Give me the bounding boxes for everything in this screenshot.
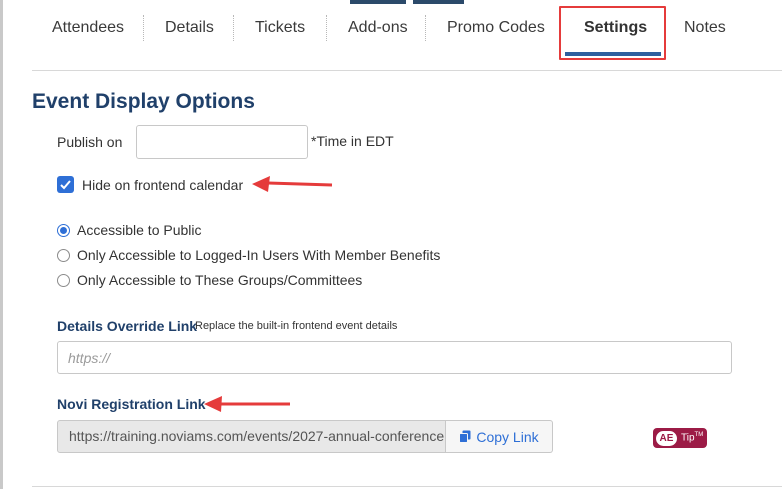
time-zone-note: *Time in EDT (311, 133, 394, 149)
details-override-hint: Replace the built-in frontend event deta… (195, 320, 398, 332)
tab-details[interactable]: Details (165, 19, 214, 37)
annotation-arrow-icon (252, 176, 333, 192)
tab-add-ons[interactable]: Add-ons (348, 19, 408, 37)
tab-separator (233, 15, 234, 41)
registration-link-label: Novi Registration Link (57, 396, 206, 412)
access-groups-radio[interactable] (57, 274, 70, 287)
copy-icon (459, 430, 471, 443)
ae-tip-badge[interactable]: AE TipTM (653, 428, 707, 448)
tab-attendees[interactable]: Attendees (52, 19, 124, 37)
copy-link-button[interactable]: Copy Link (446, 420, 553, 453)
tab-tickets[interactable]: Tickets (255, 19, 305, 37)
tab-separator (143, 15, 144, 41)
annotation-arrow-icon (204, 396, 290, 412)
hide-calendar-checkbox[interactable] (57, 176, 74, 193)
access-public-radio[interactable] (57, 224, 70, 237)
section-title: Event Display Options (32, 90, 255, 113)
ae-tip-trademark: TM (694, 432, 704, 439)
publish-on-input[interactable] (136, 125, 308, 159)
tab-promo-codes[interactable]: Promo Codes (447, 19, 545, 37)
annotation-highlight-box (559, 6, 666, 60)
publish-on-label: Publish on (57, 134, 123, 150)
divider (32, 70, 782, 71)
details-override-input[interactable] (57, 341, 732, 374)
ae-tip-text: Tip (681, 432, 695, 444)
left-border (0, 0, 3, 489)
details-override-label: Details Override Link (57, 318, 198, 334)
access-members-label: Only Accessible to Logged-In Users With … (77, 247, 441, 263)
registration-link-field[interactable]: https://training.noviams.com/events/2027… (57, 420, 446, 453)
ae-badge-icon: AE (656, 430, 677, 446)
access-members-radio[interactable] (57, 249, 70, 262)
tab-separator (425, 15, 426, 41)
access-public-label: Accessible to Public (77, 222, 202, 238)
access-groups-label: Only Accessible to These Groups/Committe… (77, 272, 363, 288)
checkmark-icon (60, 180, 71, 190)
hide-calendar-label: Hide on frontend calendar (82, 177, 244, 193)
tab-notes[interactable]: Notes (684, 19, 726, 37)
top-bar-segment (350, 0, 406, 4)
top-bar-segment (413, 0, 464, 4)
divider (32, 486, 782, 487)
tab-separator (326, 15, 327, 41)
copy-link-label: Copy Link (476, 428, 539, 445)
ae-tip-label: TipTM (681, 432, 703, 443)
